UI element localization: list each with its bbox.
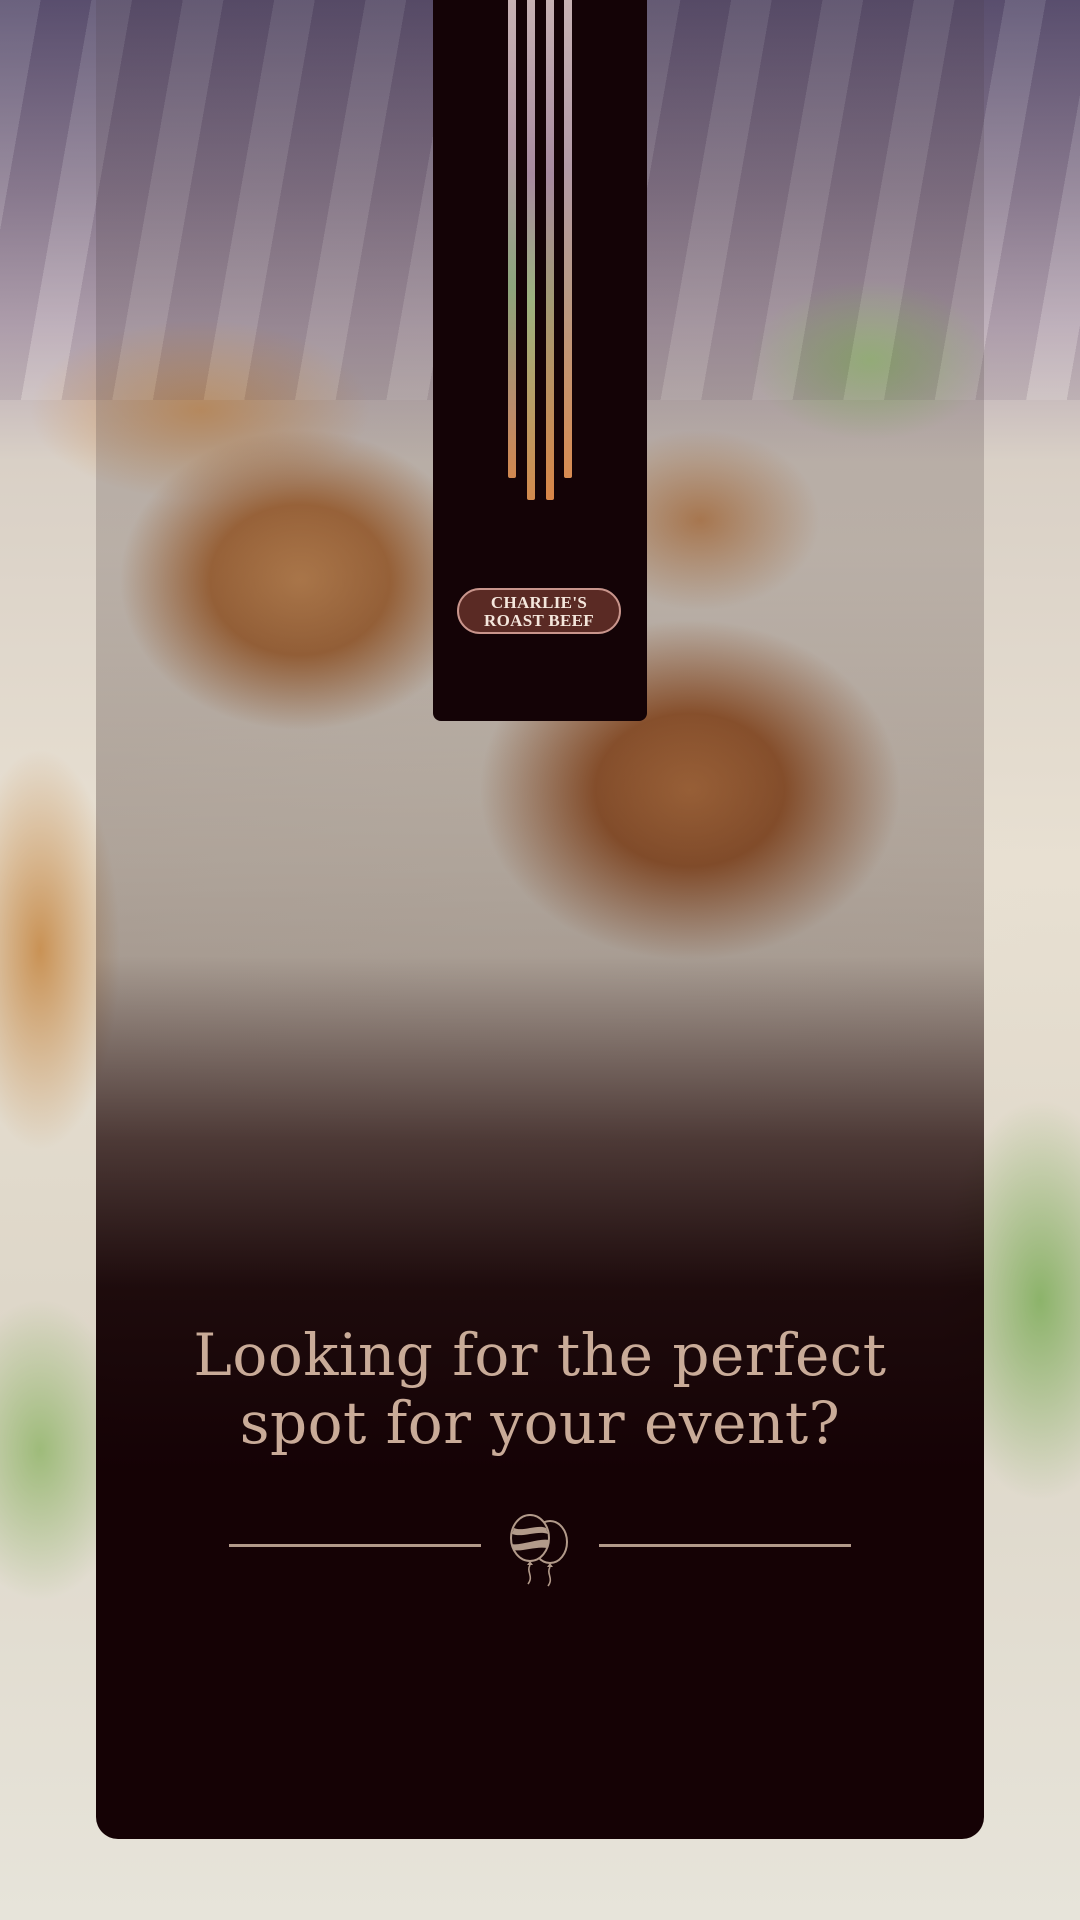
headline: Looking for the perfect spot for your ev… [96, 1321, 984, 1457]
fork-tine [546, 0, 554, 500]
brand-logo: CHARLIE'S ROAST BEEF [457, 588, 621, 634]
logo-line-1: CHARLIE'S [490, 592, 588, 612]
balloons-icon [510, 1514, 568, 1587]
logo-line-2: ROAST BEEF [484, 610, 594, 630]
fork-tine [564, 0, 572, 478]
fork-tine [527, 0, 535, 500]
event-promo-screen: CHARLIE'S ROAST BEEF Looking for the per… [0, 0, 1080, 1920]
divider-line-right [599, 1544, 851, 1547]
fork-tine [508, 0, 516, 478]
headline-line-1: Looking for the perfect [193, 1320, 887, 1389]
divider-line-left [229, 1544, 481, 1547]
headline-line-2: spot for your event? [239, 1388, 841, 1457]
brand-banner: CHARLIE'S ROAST BEEF [433, 0, 647, 721]
